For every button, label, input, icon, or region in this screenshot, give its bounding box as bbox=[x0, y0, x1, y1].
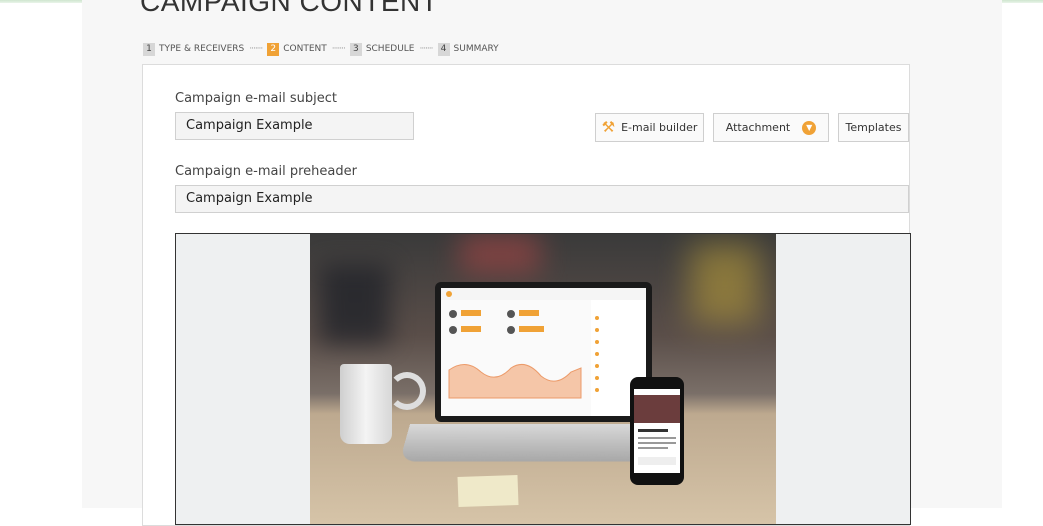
step-1-label[interactable]: TYPE & RECEIVERS bbox=[159, 44, 244, 54]
laptop-image bbox=[435, 282, 652, 422]
step-separator: ······· bbox=[419, 44, 433, 54]
email-builder-label: E-mail builder bbox=[621, 121, 698, 134]
step-3-number[interactable]: 3 bbox=[349, 42, 362, 56]
step-2-number[interactable]: 2 bbox=[267, 42, 280, 56]
content-panel: Campaign e-mail subject Campaign Example… bbox=[142, 64, 911, 526]
email-preview[interactable] bbox=[175, 233, 911, 525]
step-2-label[interactable]: CONTENT bbox=[283, 44, 327, 54]
tools-icon: ⚒ bbox=[601, 118, 616, 136]
step-4-label[interactable]: SUMMARY bbox=[454, 44, 499, 54]
step-3-label[interactable]: SCHEDULE bbox=[366, 44, 415, 54]
sticky-note-image bbox=[457, 474, 519, 508]
step-4-number[interactable]: 4 bbox=[437, 42, 450, 56]
step-1-number[interactable]: 1 bbox=[143, 42, 155, 56]
step-separator: ······· bbox=[249, 44, 263, 54]
phone-image bbox=[630, 377, 684, 485]
mug-image bbox=[340, 364, 392, 444]
preheader-label: Campaign e-mail preheader bbox=[175, 164, 357, 179]
page-title: CAMPAIGN CONTENT bbox=[140, 0, 439, 17]
templates-label: Templates bbox=[845, 121, 902, 134]
preheader-input[interactable]: Campaign Example bbox=[175, 185, 909, 213]
page-content: CAMPAIGN CONTENT 1 TYPE & RECEIVERS ····… bbox=[82, 0, 1002, 526]
wizard-steps: 1 TYPE & RECEIVERS ······· 2 CONTENT ···… bbox=[143, 41, 504, 57]
preview-image bbox=[310, 234, 776, 524]
templates-button[interactable]: Templates bbox=[838, 113, 909, 142]
chevron-down-icon: ▼ bbox=[802, 120, 817, 135]
attachment-label: Attachment bbox=[725, 121, 791, 134]
attachment-button[interactable]: Attachment ▼ bbox=[713, 113, 829, 142]
subject-label: Campaign e-mail subject bbox=[175, 91, 337, 106]
subject-input[interactable]: Campaign Example bbox=[175, 112, 414, 140]
step-separator: ······· bbox=[331, 44, 346, 54]
email-builder-button[interactable]: ⚒ E-mail builder bbox=[595, 113, 704, 142]
dashboard-illustration bbox=[441, 288, 646, 416]
